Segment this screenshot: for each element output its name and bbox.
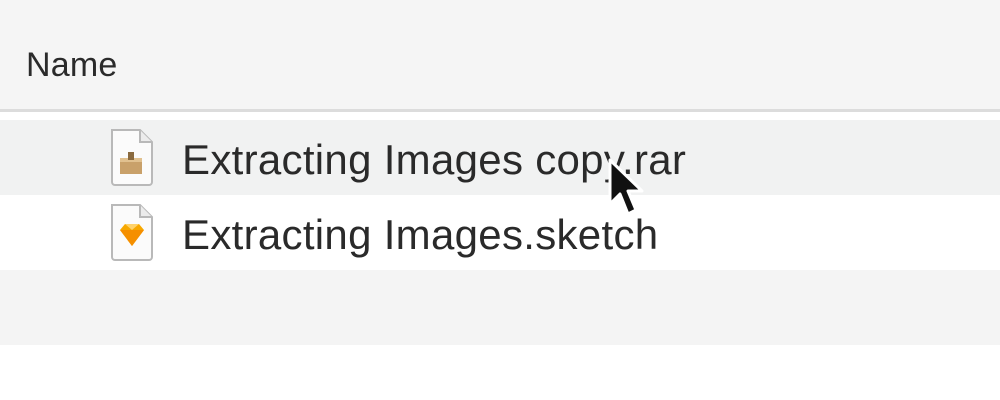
empty-row xyxy=(0,270,1000,345)
sketch-file-icon xyxy=(108,203,156,261)
name-column-header[interactable]: Name xyxy=(26,46,118,85)
file-row-sketch[interactable]: Extracting Images.sketch xyxy=(0,195,1000,270)
finder-list-view: Name Extracting Images copy.rar Extracti… xyxy=(0,0,1000,400)
empty-row xyxy=(0,345,1000,400)
rar-archive-icon xyxy=(108,128,156,186)
file-row-rar[interactable]: Extracting Images copy.rar xyxy=(0,120,1000,195)
mouse-pointer-icon xyxy=(606,158,650,220)
column-header-bar: Name xyxy=(0,0,1000,112)
file-name-sketch[interactable]: Extracting Images.sketch xyxy=(182,211,658,259)
